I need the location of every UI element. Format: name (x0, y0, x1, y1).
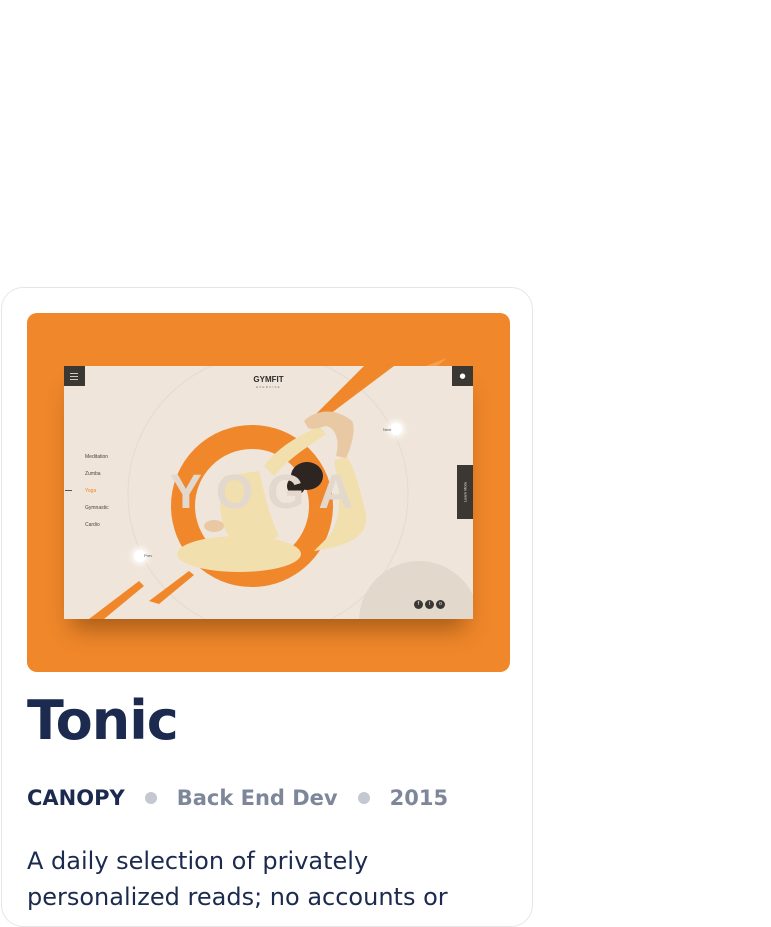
next-glow-dot (390, 423, 402, 435)
active-indicator-arrow (65, 490, 72, 491)
social-icons: f t o (414, 600, 445, 609)
logo-text: GYMFIT (253, 375, 284, 384)
background-word: YOGA (169, 466, 368, 519)
project-description: A daily selection of privately personali… (27, 847, 448, 911)
project-title[interactable]: Tonic (27, 694, 179, 748)
website-mockup-screen: YOGA GYMFIT EXERCISE ● Meditation Zumba … (64, 366, 473, 619)
gymfit-logo: GYMFIT EXERCISE (64, 375, 473, 389)
meta-separator-dot (144, 792, 157, 804)
nav-item-gymnastic[interactable]: Gymnastic (85, 505, 109, 522)
project-client: CANOPY (27, 786, 125, 810)
project-thumbnail[interactable]: YOGA GYMFIT EXERCISE ● Meditation Zumba … (27, 313, 510, 672)
user-icon[interactable]: ● (452, 366, 473, 386)
project-card: YOGA GYMFIT EXERCISE ● Meditation Zumba … (1, 287, 533, 927)
logo-subtext: EXERCISE (256, 385, 281, 389)
project-year: 2015 (389, 786, 449, 810)
nav-item-zumba[interactable]: Zumba (85, 471, 109, 488)
nav-item-cardio[interactable]: Cardio (85, 522, 109, 539)
nav-item-yoga[interactable]: Yoga (85, 488, 109, 505)
mockup-nav-list: Meditation Zumba Yoga Gymnastic Cardio (85, 454, 109, 539)
next-link[interactable]: Next (383, 427, 391, 432)
meta-separator-dot (357, 792, 370, 804)
prev-link[interactable]: Prev (144, 553, 152, 558)
twitter-icon[interactable]: t (425, 600, 434, 609)
instagram-icon[interactable]: o (436, 600, 445, 609)
project-role: Back End Dev (176, 786, 338, 810)
facebook-icon[interactable]: f (414, 600, 423, 609)
nav-item-meditation[interactable]: Meditation (85, 454, 109, 471)
project-meta: CANOPY Back End Dev 2015 (27, 786, 448, 810)
learn-more-tab[interactable]: Learn More (457, 465, 473, 519)
learn-more-label: Learn More (462, 481, 468, 503)
